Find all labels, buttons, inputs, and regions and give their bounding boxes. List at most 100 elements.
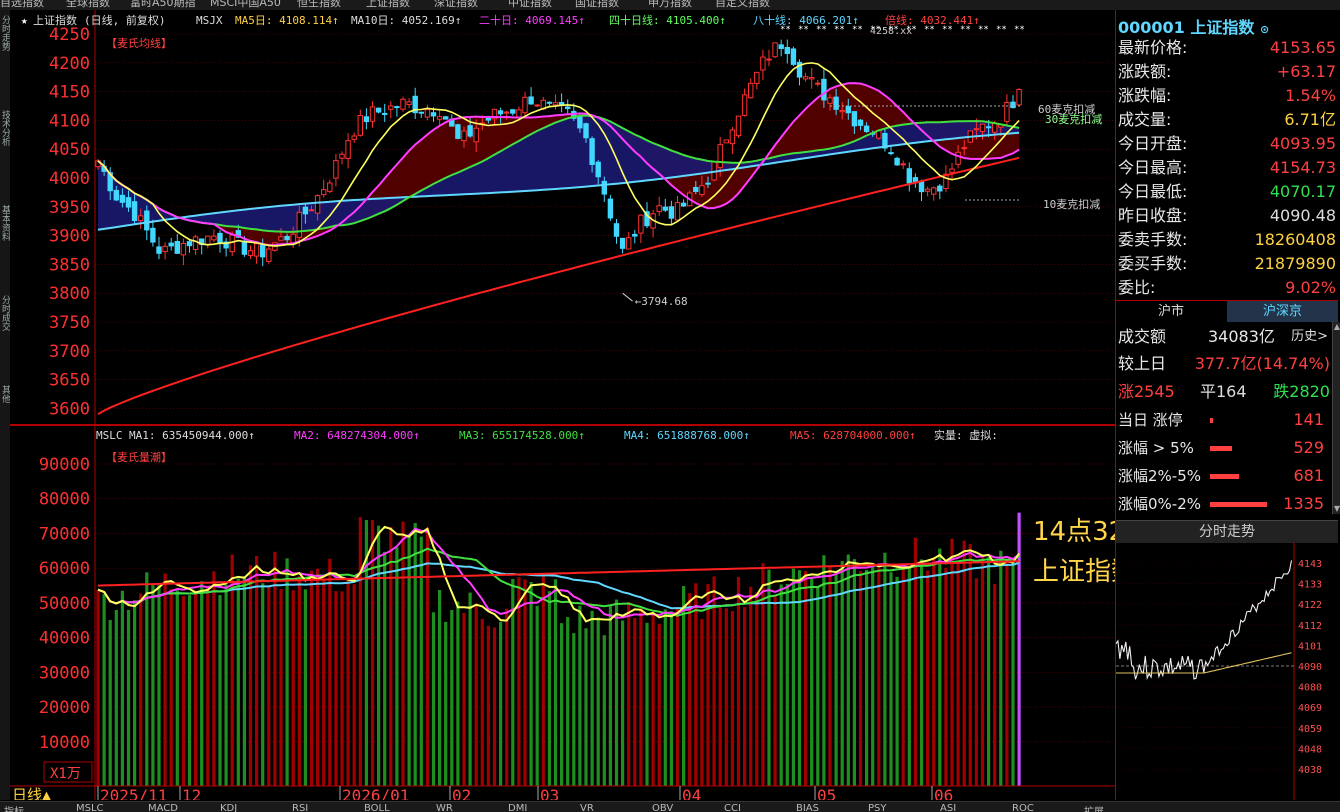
top-tab[interactable]: 全球指数 bbox=[66, 0, 110, 10]
candle-body[interactable] bbox=[680, 202, 687, 207]
candle-body[interactable] bbox=[888, 152, 894, 155]
volume-bar[interactable] bbox=[255, 555, 259, 786]
candle-body[interactable] bbox=[253, 243, 260, 257]
candle-body[interactable] bbox=[961, 147, 967, 150]
top-tab[interactable]: 中证指数 bbox=[508, 0, 552, 10]
candle-body[interactable] bbox=[485, 117, 492, 121]
candle-body[interactable] bbox=[802, 76, 809, 80]
volume-bar[interactable] bbox=[553, 579, 558, 786]
volume-bar[interactable] bbox=[926, 570, 930, 786]
volume-bar[interactable] bbox=[328, 558, 332, 786]
volume-bar[interactable] bbox=[950, 538, 954, 786]
top-tab[interactable]: 自选指数 bbox=[0, 0, 44, 10]
volume-bar[interactable] bbox=[151, 585, 155, 786]
volume-bar[interactable] bbox=[248, 565, 253, 786]
top-tab[interactable]: 上证指数 bbox=[366, 0, 410, 10]
candle-body[interactable] bbox=[741, 94, 748, 116]
volume-bar[interactable] bbox=[578, 605, 582, 786]
volume-bar[interactable] bbox=[377, 525, 381, 786]
candle-body[interactable] bbox=[345, 140, 351, 159]
volume-bar[interactable] bbox=[401, 521, 405, 786]
volume-bar[interactable] bbox=[706, 584, 710, 786]
volume-bar[interactable] bbox=[572, 633, 576, 786]
volume-bar[interactable] bbox=[944, 567, 948, 786]
volume-bar[interactable] bbox=[529, 582, 533, 786]
volume-bar[interactable] bbox=[877, 568, 881, 786]
volume-bar[interactable] bbox=[419, 536, 423, 786]
volume-bar[interactable] bbox=[858, 571, 863, 786]
volume-bar[interactable] bbox=[956, 560, 960, 786]
panel-scrollbar[interactable]: ▲ ▼ bbox=[1332, 322, 1340, 514]
volume-bar[interactable] bbox=[822, 555, 826, 786]
candle-body[interactable] bbox=[595, 161, 601, 178]
volume-bar[interactable] bbox=[633, 617, 637, 786]
candle-body[interactable] bbox=[455, 124, 461, 139]
volume-bar[interactable] bbox=[407, 535, 411, 786]
volume-bar[interactable] bbox=[444, 621, 448, 786]
volume-bar[interactable] bbox=[810, 578, 814, 786]
volume-bar[interactable] bbox=[590, 610, 594, 786]
candle-body[interactable] bbox=[577, 116, 583, 129]
candle-body[interactable] bbox=[931, 187, 937, 195]
volume-bar[interactable] bbox=[962, 540, 966, 786]
candle-body[interactable] bbox=[985, 126, 992, 129]
candle-body[interactable] bbox=[436, 116, 443, 120]
candle-body[interactable] bbox=[979, 123, 986, 132]
candle-body[interactable] bbox=[424, 109, 431, 118]
candle-body[interactable] bbox=[443, 116, 449, 120]
candle-body[interactable] bbox=[601, 180, 607, 195]
volume-bar[interactable] bbox=[907, 566, 911, 786]
candle-body[interactable] bbox=[766, 58, 772, 61]
volume-bar[interactable] bbox=[145, 572, 149, 786]
volume-bar[interactable] bbox=[114, 609, 118, 786]
volume-bar[interactable] bbox=[846, 554, 850, 786]
volume-bar[interactable] bbox=[724, 608, 728, 786]
volume-bar[interactable] bbox=[980, 554, 985, 786]
candle-body[interactable] bbox=[778, 44, 784, 49]
candle-body[interactable] bbox=[955, 151, 961, 165]
candle-body[interactable] bbox=[510, 109, 516, 114]
volume-bar[interactable] bbox=[999, 550, 1003, 786]
candle-body[interactable] bbox=[748, 82, 754, 99]
candle-body[interactable] bbox=[125, 197, 132, 208]
volume-bar[interactable] bbox=[938, 548, 942, 786]
volume-bar[interactable] bbox=[621, 620, 625, 786]
candle-body[interactable] bbox=[278, 236, 284, 241]
candle-body[interactable] bbox=[229, 234, 235, 253]
candle-body[interactable] bbox=[168, 242, 174, 247]
candle-body[interactable] bbox=[375, 107, 382, 113]
intraday-mini-chart[interactable]: 4143 4133 4122 4112 4101 4090 4080 4069 4059 4048… bbox=[1116, 543, 1338, 800]
candle-body[interactable] bbox=[626, 237, 632, 250]
volume-bar[interactable] bbox=[804, 571, 808, 786]
volume-bar[interactable] bbox=[291, 590, 295, 786]
volume-bar[interactable] bbox=[566, 617, 570, 786]
volume-bar[interactable] bbox=[694, 583, 698, 786]
candle-body[interactable] bbox=[973, 128, 980, 131]
volume-bar[interactable] bbox=[352, 584, 356, 786]
volume-bar[interactable] bbox=[913, 537, 917, 786]
volume-bar[interactable] bbox=[675, 607, 680, 786]
candle-body[interactable] bbox=[699, 185, 705, 195]
volume-bar[interactable] bbox=[627, 602, 631, 786]
volume-bar[interactable] bbox=[303, 589, 307, 786]
candle-body[interactable] bbox=[314, 195, 321, 214]
candle-body[interactable] bbox=[809, 77, 815, 80]
volume-bar[interactable] bbox=[663, 609, 667, 786]
candle-body[interactable] bbox=[723, 139, 729, 144]
volume-bar[interactable] bbox=[297, 576, 301, 786]
volume-bar[interactable] bbox=[865, 569, 869, 786]
candle-body[interactable] bbox=[613, 223, 620, 237]
volume-bar[interactable] bbox=[340, 591, 344, 786]
volume-bar[interactable] bbox=[932, 558, 936, 786]
volume-bar[interactable] bbox=[468, 592, 472, 786]
candle-body[interactable] bbox=[632, 233, 638, 237]
candle-body[interactable] bbox=[735, 115, 742, 137]
volume-bar[interactable] bbox=[1005, 560, 1009, 786]
candle-body[interactable] bbox=[894, 157, 900, 166]
candle-body[interactable] bbox=[839, 109, 845, 113]
volume-bar[interactable] bbox=[1011, 560, 1015, 786]
candle-body[interactable] bbox=[638, 214, 644, 234]
candle-body[interactable] bbox=[357, 115, 364, 136]
volume-bar[interactable] bbox=[346, 578, 350, 786]
volume-bar[interactable] bbox=[614, 599, 619, 786]
